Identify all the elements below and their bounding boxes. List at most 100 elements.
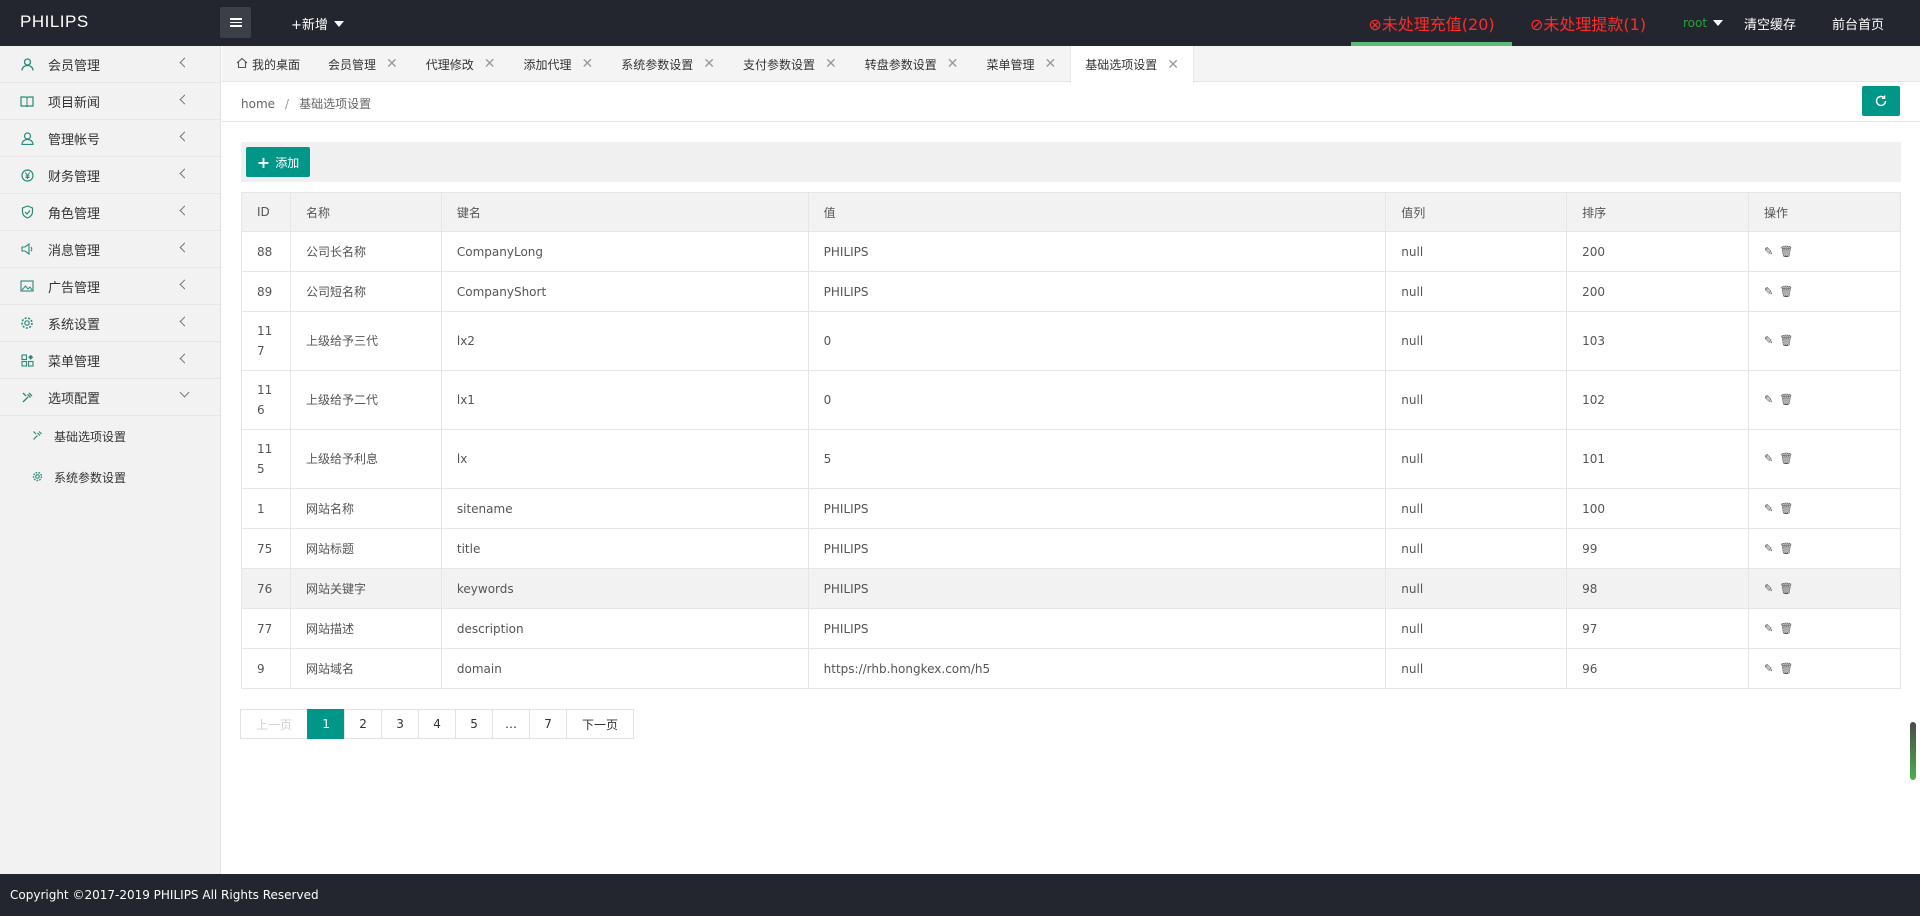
cell-value: 0 xyxy=(807,370,1387,430)
gear-icon xyxy=(20,316,34,330)
edit-icon[interactable]: ✎ xyxy=(1764,245,1773,258)
close-icon[interactable]: ✕ xyxy=(1167,57,1179,73)
refresh-button[interactable] xyxy=(1862,86,1900,116)
close-icon[interactable]: ✕ xyxy=(1045,56,1057,72)
tab-add-agent[interactable]: 添加代理 ✕ xyxy=(510,46,608,82)
edit-icon[interactable]: ✎ xyxy=(1764,452,1773,465)
refresh-icon xyxy=(1875,95,1887,107)
close-icon[interactable]: ✕ xyxy=(582,56,594,72)
edit-icon[interactable]: ✎ xyxy=(1764,334,1773,347)
next-page-button[interactable]: 下一页 xyxy=(566,709,635,739)
close-icon[interactable]: ✕ xyxy=(484,56,496,72)
cell-sort: 96 xyxy=(1566,648,1750,689)
delete-icon[interactable]: 🗑 xyxy=(1779,452,1793,465)
add-button[interactable]: + 添加 xyxy=(246,147,310,177)
cell-id: 11 6 xyxy=(241,370,291,430)
cell-actions: ✎ 🗑 xyxy=(1748,311,1901,371)
delete-icon[interactable]: 🗑 xyxy=(1779,622,1793,635)
cell-id: 88 xyxy=(241,231,291,272)
page-button[interactable]: 5 xyxy=(455,709,494,739)
delete-icon[interactable]: 🗑 xyxy=(1779,662,1793,675)
sidebar-item-label: 广告管理 xyxy=(48,280,101,296)
sidebar-item-roles[interactable]: 角色管理 xyxy=(0,194,220,231)
edit-icon[interactable]: ✎ xyxy=(1764,393,1773,406)
delete-icon[interactable]: 🗑 xyxy=(1779,245,1793,258)
tools-icon xyxy=(32,430,44,444)
account-icon xyxy=(20,131,34,145)
clear-cache-link[interactable]: 清空缓存 xyxy=(1744,0,1796,46)
delete-icon[interactable]: 🗑 xyxy=(1779,334,1793,347)
front-home-link[interactable]: 前台首页 xyxy=(1832,0,1884,46)
tab-agent-edit[interactable]: 代理修改 ✕ xyxy=(412,46,510,82)
delete-icon[interactable]: 🗑 xyxy=(1779,285,1793,298)
tab-payment-params[interactable]: 支付参数设置 ✕ xyxy=(729,46,851,82)
sidebar-item-admin-accounts[interactable]: 管理帐号 xyxy=(0,120,220,157)
sidebar-subitem-system-params[interactable]: 系统参数设置 xyxy=(0,457,220,498)
cell-id: 76 xyxy=(241,568,291,609)
close-icon[interactable]: ✕ xyxy=(947,56,959,72)
edit-icon[interactable]: ✎ xyxy=(1764,542,1773,555)
tab-menu-management[interactable]: 菜单管理 ✕ xyxy=(973,46,1071,82)
edit-icon[interactable]: ✎ xyxy=(1764,662,1773,675)
sidebar-item-news[interactable]: 项目新闻 xyxy=(0,83,220,120)
add-new-dropdown[interactable]: +新增 xyxy=(291,14,344,33)
tab-my-desktop[interactable]: 我的桌面 xyxy=(222,46,314,82)
page-button[interactable]: 7 xyxy=(529,709,568,739)
page-button[interactable]: 1 xyxy=(307,709,346,739)
unprocessed-recharge-link[interactable]: ⊗未处理充值(20) xyxy=(1351,0,1512,46)
cell-id-line: 7 xyxy=(257,344,265,358)
delete-icon[interactable]: 🗑 xyxy=(1779,393,1793,406)
edit-icon[interactable]: ✎ xyxy=(1764,285,1773,298)
cell-key: keywords xyxy=(440,568,809,609)
sidebar-item-options-config[interactable]: 选项配置 xyxy=(0,379,220,416)
cell-col: null xyxy=(1385,370,1568,430)
page-button[interactable]: 3 xyxy=(381,709,420,739)
cell-actions: ✎ 🗑 xyxy=(1748,271,1901,312)
user-name: root xyxy=(1683,16,1708,30)
cell-col: null xyxy=(1385,311,1568,371)
delete-icon[interactable]: 🗑 xyxy=(1779,542,1793,555)
sidebar-item-label: 项目新闻 xyxy=(48,95,101,111)
column-header: 值列 xyxy=(1385,192,1568,232)
close-icon[interactable]: ✕ xyxy=(703,56,715,72)
image-icon xyxy=(20,279,34,293)
close-icon[interactable]: ✕ xyxy=(825,56,837,72)
cell-value: PHILIPS xyxy=(807,568,1387,609)
unprocessed-withdraw-link[interactable]: ⊘未处理提款(1) xyxy=(1530,0,1650,46)
sidebar-item-messages[interactable]: 消息管理 xyxy=(0,231,220,268)
cell-key: domain xyxy=(440,648,809,689)
page-button[interactable]: 2 xyxy=(344,709,383,739)
table-header-row: ID 名称 键名 值 值列 排序 操作 xyxy=(241,192,1901,232)
tab-members[interactable]: 会员管理 ✕ xyxy=(314,46,412,82)
breadcrumb-home-link[interactable]: home xyxy=(241,97,275,111)
tools-icon xyxy=(20,390,34,404)
cell-key: CompanyLong xyxy=(440,231,809,272)
scrollbar-thumb[interactable] xyxy=(1910,722,1916,780)
cell-key: lx2 xyxy=(440,311,809,371)
tab-basic-options[interactable]: 基础选项设置 ✕ xyxy=(1070,46,1195,83)
cell-actions: ✎ 🗑 xyxy=(1748,231,1901,272)
sidebar-item-ads[interactable]: 广告管理 xyxy=(0,268,220,305)
sidebar-item-finance[interactable]: 财务管理 xyxy=(0,157,220,194)
sidebar-item-system-settings[interactable]: 系统设置 xyxy=(0,305,220,342)
sidebar-item-menu-management[interactable]: 菜单管理 xyxy=(0,342,220,379)
edit-icon[interactable]: ✎ xyxy=(1764,622,1773,635)
tab-label: 系统参数设置 xyxy=(621,57,694,72)
sidebar-subitem-label: 基础选项设置 xyxy=(54,430,127,444)
menu-toggle-button[interactable] xyxy=(220,7,251,38)
close-icon[interactable]: ✕ xyxy=(386,56,398,72)
tab-wheel-params[interactable]: 转盘参数设置 ✕ xyxy=(851,46,973,82)
user-menu[interactable]: root xyxy=(1683,0,1724,46)
table-row: 1 网站名称 sitename PHILIPS null 100 ✎ 🗑 xyxy=(241,488,1901,529)
sidebar-item-members[interactable]: 会员管理 xyxy=(0,46,220,83)
page-button[interactable]: 4 xyxy=(418,709,457,739)
tab-system-params[interactable]: 系统参数设置 ✕ xyxy=(607,46,729,82)
delete-icon[interactable]: 🗑 xyxy=(1779,502,1793,515)
cell-id-line: 6 xyxy=(257,403,265,417)
edit-icon[interactable]: ✎ xyxy=(1764,582,1773,595)
sidebar-subitem-basic-options[interactable]: 基础选项设置 xyxy=(0,416,220,457)
delete-icon[interactable]: 🗑 xyxy=(1779,582,1793,595)
prev-page-button[interactable]: 上一页 xyxy=(240,709,309,739)
cell-sort: 101 xyxy=(1566,429,1750,489)
edit-icon[interactable]: ✎ xyxy=(1764,502,1773,515)
